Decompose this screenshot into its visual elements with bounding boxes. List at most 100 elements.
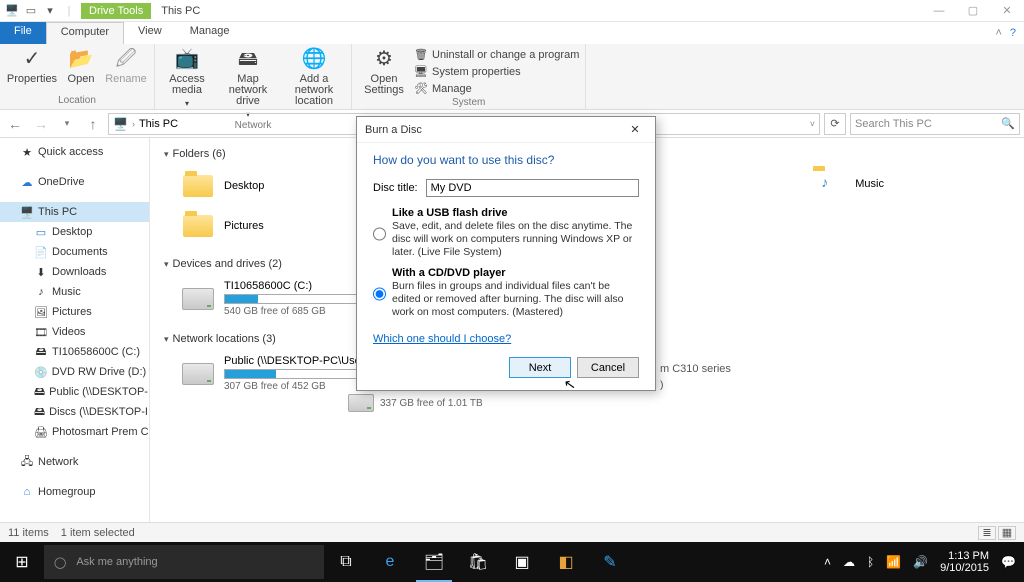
- nav-this-pc[interactable]: 🖥️This PC: [0, 202, 149, 222]
- tab-manage[interactable]: Manage: [176, 22, 244, 44]
- nav-discs[interactable]: 🖴Discs (\\DESKTOP-I: [0, 402, 149, 422]
- burn-disc-dialog: Burn a Disc ✕ How do you want to use thi…: [356, 116, 656, 391]
- ribbon-collapse-icon[interactable]: ˄: [995, 27, 1001, 39]
- tab-computer[interactable]: Computer: [46, 22, 124, 44]
- nav-disk-c[interactable]: 🖴TI10658600C (C:): [0, 342, 149, 362]
- rename-icon: 🖉: [110, 46, 142, 72]
- tray-onedrive-icon[interactable]: ☁: [843, 555, 855, 569]
- manage-button[interactable]: 🛠Manage: [414, 80, 579, 97]
- window-controls: — ▢ ✕: [922, 0, 1024, 22]
- item-clipped-drive[interactable]: 337 GB free of 1.01 TB: [348, 394, 483, 412]
- nav-desktop[interactable]: ▭Desktop: [0, 222, 149, 242]
- tray-up-icon[interactable]: ˄: [824, 555, 831, 569]
- tab-view[interactable]: View: [124, 22, 176, 44]
- tab-file[interactable]: File: [0, 22, 46, 44]
- divider-icon: |: [61, 3, 77, 19]
- settings-gear-icon: ⚙: [368, 46, 400, 72]
- nav-homegroup[interactable]: ⌂Homegroup: [0, 482, 149, 502]
- radio-cddvd[interactable]: [373, 269, 386, 319]
- folder-icon: [183, 215, 213, 237]
- refresh-button[interactable]: ⟳: [824, 113, 846, 135]
- qat-dropdown-icon[interactable]: ▾: [42, 3, 58, 19]
- option-cddvd[interactable]: With a CD/DVD playerBurn files in groups…: [373, 267, 639, 319]
- network-icon: 🖧: [20, 455, 34, 469]
- pc-icon: 🖥️: [113, 117, 128, 131]
- disc-title-label: Disc title:: [373, 182, 418, 194]
- rename-button[interactable]: 🖉Rename: [104, 46, 148, 85]
- nav-onedrive[interactable]: ☁OneDrive: [0, 172, 149, 192]
- nav-dvd[interactable]: 💿DVD RW Drive (D:): [0, 362, 149, 382]
- breadcrumb[interactable]: This PC: [139, 118, 178, 130]
- nav-videos[interactable]: 🎞Videos: [0, 322, 149, 342]
- view-large-button[interactable]: ▦: [998, 526, 1016, 540]
- uninstall-icon: 🗑: [414, 48, 428, 62]
- dialog-close-button[interactable]: ✕: [623, 120, 647, 140]
- access-media-button[interactable]: 📺Access media▾: [161, 46, 213, 120]
- music-icon: ♪: [34, 285, 48, 299]
- breadcrumb-separator: ›: [132, 119, 135, 129]
- dialog-heading: How do you want to use this disc?: [373, 153, 639, 167]
- qat-properties-icon[interactable]: ▭: [23, 3, 39, 19]
- radio-usb[interactable]: [373, 209, 386, 259]
- nav-quick-access[interactable]: ★Quick access: [0, 142, 149, 162]
- nav-back-button[interactable]: ←: [4, 113, 26, 135]
- tray-bluetooth-icon[interactable]: ᛒ: [867, 555, 874, 569]
- tray-volume-icon[interactable]: 🔊: [913, 555, 928, 569]
- search-icon: 🔍: [1001, 117, 1015, 130]
- tb-app1[interactable]: ▣: [500, 542, 544, 582]
- open-button[interactable]: 📂Open: [62, 46, 100, 85]
- tb-store[interactable]: 🛍: [456, 542, 500, 582]
- disc-title-input[interactable]: [426, 179, 639, 197]
- system-properties-button[interactable]: 🖥System properties: [414, 63, 579, 80]
- dialog-title-bar[interactable]: Burn a Disc ✕: [357, 117, 655, 143]
- minimize-button[interactable]: —: [922, 0, 956, 22]
- nav-recent-button[interactable]: ▾: [56, 113, 78, 135]
- help-icon[interactable]: ?: [1010, 27, 1016, 39]
- nav-public[interactable]: 🖴Public (\\DESKTOP-I: [0, 382, 149, 402]
- search-input[interactable]: Search This PC 🔍: [850, 113, 1020, 135]
- tb-app3[interactable]: ✎: [588, 542, 632, 582]
- disc-icon: 💿: [34, 365, 48, 379]
- nav-network[interactable]: 🖧Network: [0, 452, 149, 472]
- tray-clock[interactable]: 1:13 PM 9/10/2015: [940, 550, 989, 574]
- option-usb[interactable]: Like a USB flash driveSave, edit, and de…: [373, 207, 639, 259]
- next-button[interactable]: Next: [509, 357, 571, 378]
- folder-music[interactable]: ♪ Music: [811, 170, 884, 198]
- maximize-button[interactable]: ▢: [956, 0, 990, 22]
- add-location-icon: 🌐: [298, 46, 330, 72]
- nav-forward-button[interactable]: →: [30, 113, 52, 135]
- cancel-button[interactable]: Cancel: [577, 357, 639, 378]
- map-drive-button[interactable]: 🖴Map network drive▾: [217, 46, 279, 120]
- nav-downloads[interactable]: ⬇Downloads: [0, 262, 149, 282]
- add-location-button[interactable]: 🌐Add a network location: [283, 46, 345, 120]
- status-bar: 11 items 1 item selected ≣ ▦: [0, 522, 1024, 542]
- properties-button[interactable]: ✓Properties: [6, 46, 58, 85]
- nav-pictures[interactable]: 🖼Pictures: [0, 302, 149, 322]
- close-button[interactable]: ✕: [990, 0, 1024, 22]
- start-button[interactable]: ⊞: [0, 542, 44, 582]
- uninstall-button[interactable]: 🗑Uninstall or change a program: [414, 46, 579, 63]
- open-icon: 📂: [65, 46, 97, 72]
- system-props-icon: 🖥: [414, 65, 428, 79]
- task-view-button[interactable]: ⧉: [324, 542, 368, 582]
- tb-explorer[interactable]: 🗂: [412, 542, 456, 582]
- tray-network-icon[interactable]: 📶: [886, 555, 901, 569]
- item-c310[interactable]: m C310 series: [660, 363, 731, 375]
- star-icon: ★: [20, 145, 34, 159]
- cortana-search[interactable]: ◯ Ask me anything: [44, 545, 324, 579]
- nav-documents[interactable]: 📄Documents: [0, 242, 149, 262]
- action-center-icon[interactable]: 💬: [1001, 555, 1016, 569]
- view-details-button[interactable]: ≣: [978, 526, 996, 540]
- open-settings-button[interactable]: ⚙Open Settings: [358, 46, 410, 97]
- netdrive-icon: 🖴: [34, 385, 45, 399]
- which-one-link[interactable]: Which one should I choose?: [373, 333, 511, 345]
- nav-photosmart[interactable]: 🖨Photosmart Prem C: [0, 422, 149, 442]
- item-c310-sub: ): [660, 379, 664, 391]
- tb-app2[interactable]: ◧: [544, 542, 588, 582]
- nav-up-button[interactable]: ↑: [82, 113, 104, 135]
- tb-edge[interactable]: e: [368, 542, 412, 582]
- addr-dropdown-icon[interactable]: ˅: [810, 119, 815, 129]
- downloads-icon: ⬇: [34, 265, 48, 279]
- nav-music[interactable]: ♪Music: [0, 282, 149, 302]
- folder-icon: [183, 175, 213, 197]
